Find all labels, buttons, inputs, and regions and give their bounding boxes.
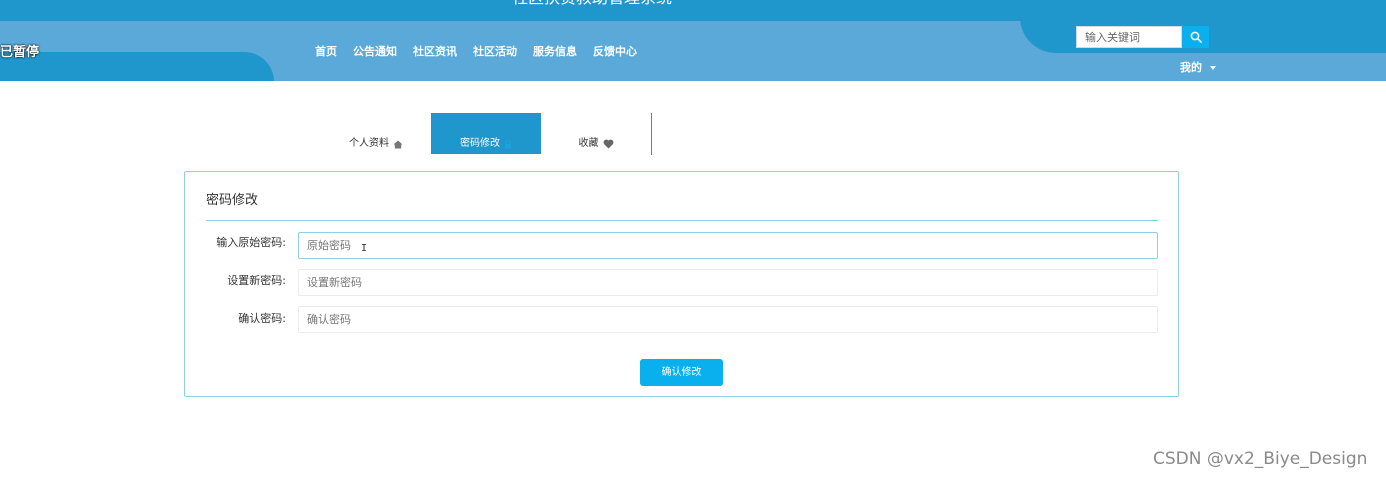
panel-title: 密码修改 (206, 193, 259, 208)
tab-favorites[interactable]: 收藏 (541, 113, 651, 154)
nav-item-home[interactable]: 首页 (315, 44, 337, 60)
new-password-label: 设置新密码: (227, 274, 286, 287)
password-panel: 密码修改 输入原始密码: I 设置新密码: 确认密码: 确认修改 (184, 171, 1179, 397)
new-password-field[interactable] (298, 269, 1158, 296)
watermark-text: CSDN @vx2_Biye_Design (1153, 449, 1368, 469)
search-button[interactable] (1182, 26, 1209, 48)
site-title: 社区扶贫救助管理系统 (512, 0, 672, 8)
home-icon (393, 140, 403, 149)
original-password-field[interactable] (298, 232, 1158, 259)
tab-favorites-label: 收藏 (578, 138, 599, 149)
nav-item-community-news[interactable]: 社区资讯 (413, 44, 457, 60)
nav-item-community-events[interactable]: 社区活动 (473, 44, 517, 60)
confirm-password-label: 确认密码: (238, 312, 286, 325)
tab-change-password-label: 密码修改 (460, 138, 500, 149)
site-header: 社区扶贫救助管理系统 已暂停 首页 公告通知 社区资讯 社区活动 服务信息 反馈… (0, 0, 1386, 81)
nav-item-feedback[interactable]: 反馈中心 (593, 44, 637, 60)
nav-item-service-info[interactable]: 服务信息 (533, 44, 577, 60)
tab-profile-label: 个人资料 (349, 138, 389, 149)
nav-item-announcements[interactable]: 公告通知 (353, 44, 397, 60)
caret-down-icon (1210, 66, 1216, 70)
tab-change-password[interactable]: 密码修改 (431, 113, 541, 154)
main-nav: 首页 公告通知 社区资讯 社区活动 服务信息 反馈中心 (315, 44, 653, 60)
header-left-shape (0, 52, 274, 81)
search-icon (1190, 31, 1202, 43)
confirm-password-field[interactable] (298, 306, 1158, 333)
tabs-divider (651, 113, 652, 155)
heart-icon (603, 139, 613, 149)
search-box (1076, 26, 1209, 48)
search-input[interactable] (1076, 26, 1182, 48)
user-menu-label: 我的 (1180, 61, 1202, 74)
tab-profile[interactable]: 个人资料 (321, 113, 431, 154)
confirm-change-button[interactable]: 确认修改 (640, 359, 723, 386)
account-tabs: 个人资料 密码修改 收藏 (321, 113, 651, 155)
paused-label: 已暂停 (0, 45, 40, 60)
original-password-label: 输入原始密码: (216, 236, 286, 249)
lock-icon (505, 140, 511, 149)
panel-divider (206, 220, 1158, 221)
user-menu[interactable]: 我的 (1180, 61, 1216, 75)
text-cursor-icon: I (361, 243, 368, 254)
